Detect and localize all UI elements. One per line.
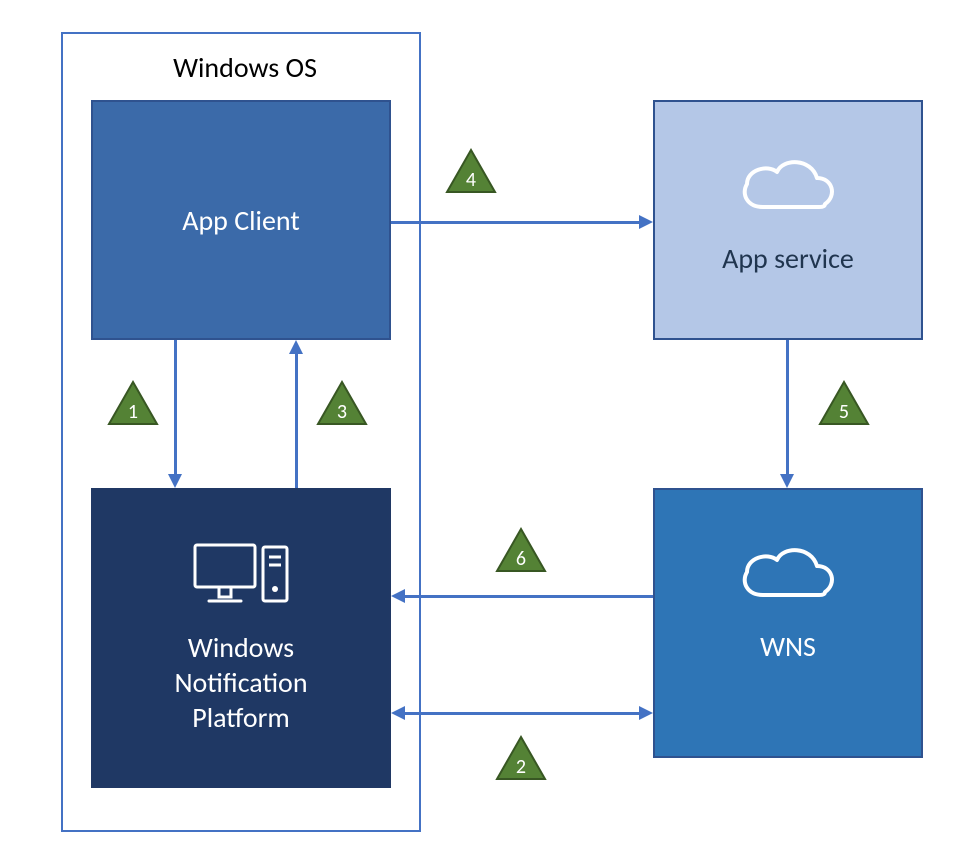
arrowhead-step-5 bbox=[780, 474, 794, 488]
step-number-3: 3 bbox=[337, 402, 347, 422]
step-triangle-4: 4 bbox=[445, 148, 497, 194]
arrow-step-4 bbox=[391, 221, 639, 224]
node-app-service-label: App service bbox=[722, 241, 854, 276]
step-triangle-2: 2 bbox=[495, 735, 547, 781]
step-number-4: 4 bbox=[466, 170, 476, 190]
step-number-2: 2 bbox=[516, 757, 526, 777]
node-app-client-label: App Client bbox=[182, 203, 300, 238]
arrow-step-3 bbox=[295, 354, 298, 488]
node-wns: WNS bbox=[653, 488, 923, 758]
arrow-step-5 bbox=[786, 340, 789, 474]
arrowhead-step-2-left bbox=[391, 706, 405, 720]
node-app-service: App service bbox=[653, 100, 923, 340]
arrow-step-2 bbox=[405, 712, 639, 715]
windows-os-title: Windows OS bbox=[140, 50, 350, 85]
node-app-client: App Client bbox=[91, 100, 391, 340]
step-triangle-1: 1 bbox=[107, 380, 159, 426]
cloud-icon bbox=[733, 540, 843, 615]
arrowhead-step-6 bbox=[391, 589, 405, 603]
arrowhead-step-1 bbox=[168, 474, 182, 488]
step-number-1: 1 bbox=[128, 402, 138, 422]
step-triangle-5: 5 bbox=[818, 380, 870, 426]
step-number-5: 5 bbox=[839, 402, 849, 422]
arrowhead-step-3 bbox=[289, 340, 303, 354]
node-wnp: Windows Notification Platform bbox=[91, 488, 391, 788]
step-triangle-6: 6 bbox=[495, 527, 547, 573]
arrow-step-1 bbox=[174, 340, 177, 474]
arrowhead-step-4 bbox=[639, 215, 653, 229]
step-triangle-3: 3 bbox=[316, 380, 368, 426]
step-number-6: 6 bbox=[516, 549, 526, 569]
arrowhead-step-2-right bbox=[639, 706, 653, 720]
arrow-step-6 bbox=[405, 595, 653, 598]
node-wnp-label: Windows Notification Platform bbox=[174, 630, 307, 735]
cloud-icon bbox=[733, 152, 843, 227]
node-wns-label: WNS bbox=[760, 629, 816, 664]
desktop-tower-icon bbox=[191, 541, 291, 616]
